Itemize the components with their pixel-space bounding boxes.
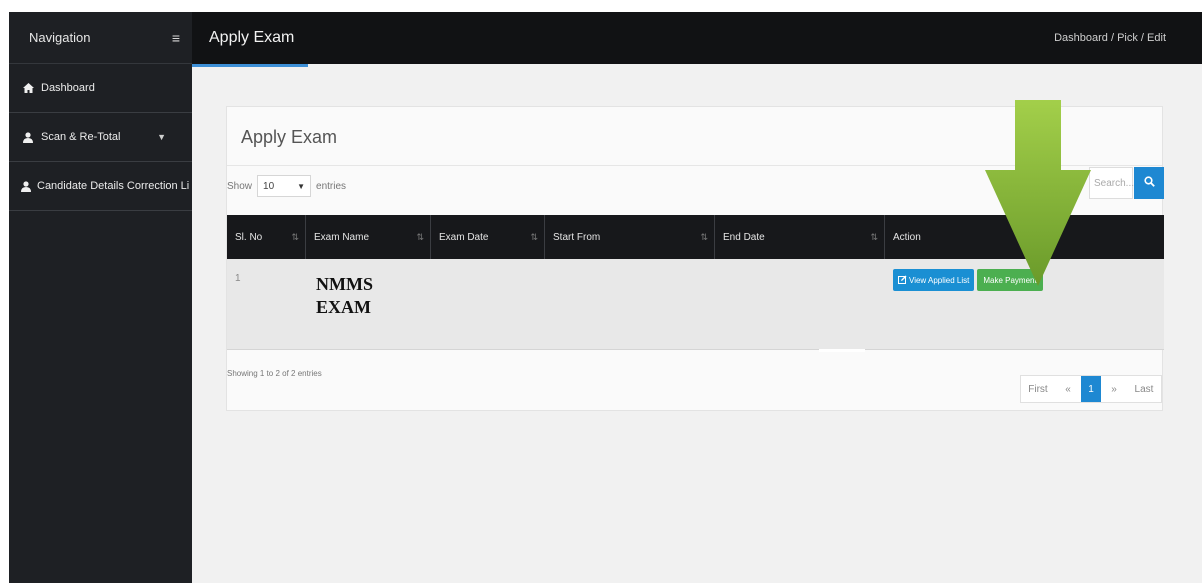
- app-frame: Navigation ≡ Dashboard Scan & Re-Total ▼…: [9, 12, 1202, 583]
- table-scrollbar[interactable]: [819, 349, 865, 352]
- sort-icon: ⇅: [416, 231, 424, 242]
- view-applied-list-label: View Applied List: [909, 275, 970, 285]
- column-header-exam-date[interactable]: Exam Date ⇅: [431, 215, 545, 259]
- column-label: Exam Date: [439, 231, 489, 243]
- user-icon: [21, 131, 35, 143]
- title-underline: [192, 64, 308, 67]
- exam-name-line: NMMS: [316, 274, 373, 294]
- sidebar-item-scan-retotal[interactable]: Scan & Re-Total ▼: [9, 113, 192, 162]
- cell-sl-no: 1: [235, 273, 241, 284]
- search-button[interactable]: [1134, 167, 1164, 199]
- column-header-end-date[interactable]: End Date ⇅: [715, 215, 885, 259]
- search-icon: [1143, 174, 1155, 192]
- cell-end-date: [715, 259, 885, 349]
- home-icon: [21, 83, 35, 93]
- sort-icon: ⇅: [870, 231, 878, 242]
- sidebar-header: Navigation ≡: [9, 12, 192, 64]
- exam-name-line: EXAM: [316, 297, 371, 317]
- column-label: Sl. No: [235, 231, 263, 243]
- pagination-first[interactable]: First: [1021, 376, 1055, 402]
- top-bar: Apply Exam Dashboard / Pick / Edit: [192, 12, 1202, 67]
- column-label: Start From: [553, 231, 601, 243]
- chevron-down-icon: ▼: [157, 132, 166, 142]
- column-label: Exam Name: [314, 231, 370, 243]
- sort-icon: ⇅: [291, 231, 299, 242]
- sidebar-item-dashboard[interactable]: Dashboard: [9, 64, 192, 113]
- cell-exam-name: NMMS EXAM: [306, 259, 431, 349]
- card-title: Apply Exam: [241, 127, 338, 147]
- column-header-start-from[interactable]: Start From ⇅: [545, 215, 715, 259]
- table-info: Showing 1 to 2 of 2 entries: [227, 369, 322, 378]
- pagination-page-1[interactable]: 1: [1081, 376, 1101, 402]
- down-arrow-icon: [985, 100, 1091, 286]
- pagination-next[interactable]: »: [1101, 376, 1127, 402]
- search-input[interactable]: Search...: [1089, 167, 1135, 199]
- hamburger-menu-icon[interactable]: ≡: [172, 30, 180, 46]
- caret-down-icon: ▼: [297, 181, 306, 191]
- pagination-prev[interactable]: «: [1055, 376, 1081, 402]
- sort-icon: ⇅: [700, 231, 708, 242]
- entries-length-control: Show 10 ▼ entries: [227, 175, 346, 197]
- pagination-last[interactable]: Last: [1127, 376, 1161, 402]
- search-placeholder: Search...: [1094, 177, 1135, 189]
- sidebar-item-label: Candidate Details Correction Li: [37, 180, 190, 192]
- breadcrumb[interactable]: Dashboard / Pick / Edit: [1054, 32, 1166, 44]
- cell-start-from: [545, 259, 715, 349]
- show-label: Show: [227, 180, 253, 192]
- pagination: First « 1 » Last: [1020, 375, 1162, 403]
- entries-select-value: 10: [263, 180, 275, 192]
- edit-icon: [898, 275, 907, 286]
- column-label: End Date: [723, 231, 765, 243]
- column-label: Action: [893, 231, 921, 243]
- page-title: Apply Exam: [209, 29, 295, 46]
- sidebar: Navigation ≡ Dashboard Scan & Re-Total ▼…: [9, 12, 192, 583]
- sidebar-item-label: Dashboard: [41, 82, 95, 94]
- view-applied-list-button[interactable]: View Applied List: [893, 269, 975, 291]
- sidebar-title: Navigation: [29, 30, 91, 45]
- entries-select[interactable]: 10 ▼: [257, 175, 312, 197]
- cell-exam-date: [431, 259, 545, 349]
- sort-icon: ⇅: [530, 231, 538, 242]
- column-header-exam-name[interactable]: Exam Name ⇅: [306, 215, 431, 259]
- column-header-sl-no[interactable]: Sl. No ⇅: [227, 215, 306, 259]
- sidebar-item-label: Scan & Re-Total: [41, 131, 121, 143]
- entries-label: entries: [316, 180, 347, 192]
- sidebar-item-candidate-correction[interactable]: Candidate Details Correction Li: [9, 162, 192, 211]
- user-icon: [21, 180, 31, 192]
